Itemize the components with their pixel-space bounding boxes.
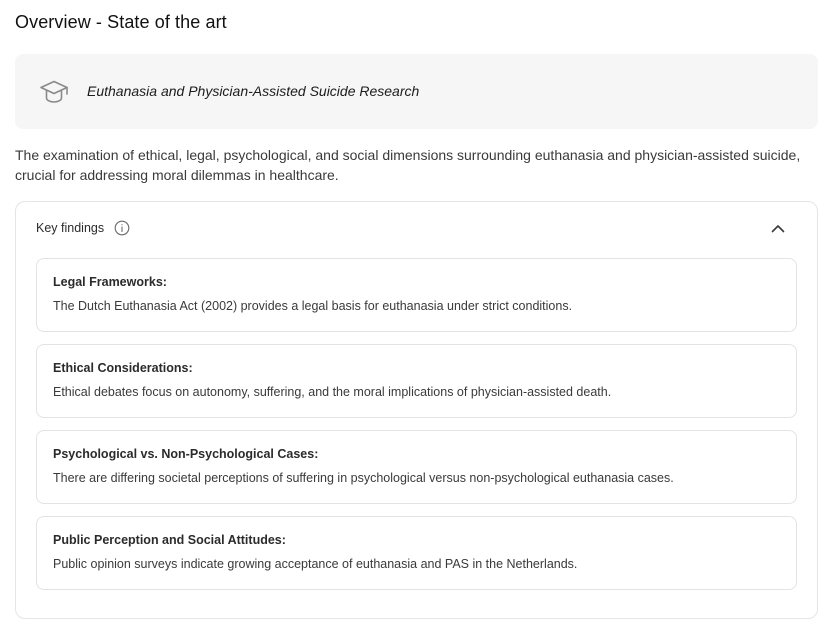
chevron-up-icon (769, 225, 787, 242)
graduation-cap-icon (39, 77, 69, 107)
topic-description: The examination of ethical, legal, psych… (15, 147, 801, 183)
finding-text: The Dutch Euthanasia Act (2002) provides… (53, 299, 573, 313)
key-findings-header: Key findings (36, 220, 130, 236)
key-findings-panel: Key findings Legal Frameworks: The Dutch… (15, 201, 818, 619)
finding-title: Psychological vs. Non-Psychological Case… (53, 447, 319, 461)
finding-card: Ethical Considerations: Ethical debates … (36, 344, 797, 418)
key-findings-title: Key findings (36, 221, 105, 235)
topic-label: Euthanasia and Physician-Assisted Suicid… (87, 83, 420, 99)
finding-card: Psychological vs. Non-Psychological Case… (36, 430, 797, 504)
finding-text: There are differing societal perceptions… (53, 471, 674, 485)
topic-banner: Euthanasia and Physician-Assisted Suicid… (15, 54, 818, 129)
overview-page: Overview - State of the art Euthanasia a… (0, 0, 833, 628)
finding-text: Public opinion surveys indicate growing … (53, 557, 578, 571)
finding-card: Public Perception and Social Attitudes: … (36, 516, 797, 590)
finding-title: Legal Frameworks: (53, 275, 167, 289)
info-icon[interactable] (114, 220, 130, 236)
finding-card: Legal Frameworks: The Dutch Euthanasia A… (36, 258, 797, 332)
finding-title: Public Perception and Social Attitudes: (53, 533, 286, 547)
finding-text: Ethical debates focus on autonomy, suffe… (53, 385, 612, 399)
finding-title: Ethical Considerations: (53, 361, 193, 375)
page-title: Overview - State of the art (15, 12, 227, 32)
collapse-button[interactable] (769, 220, 787, 238)
